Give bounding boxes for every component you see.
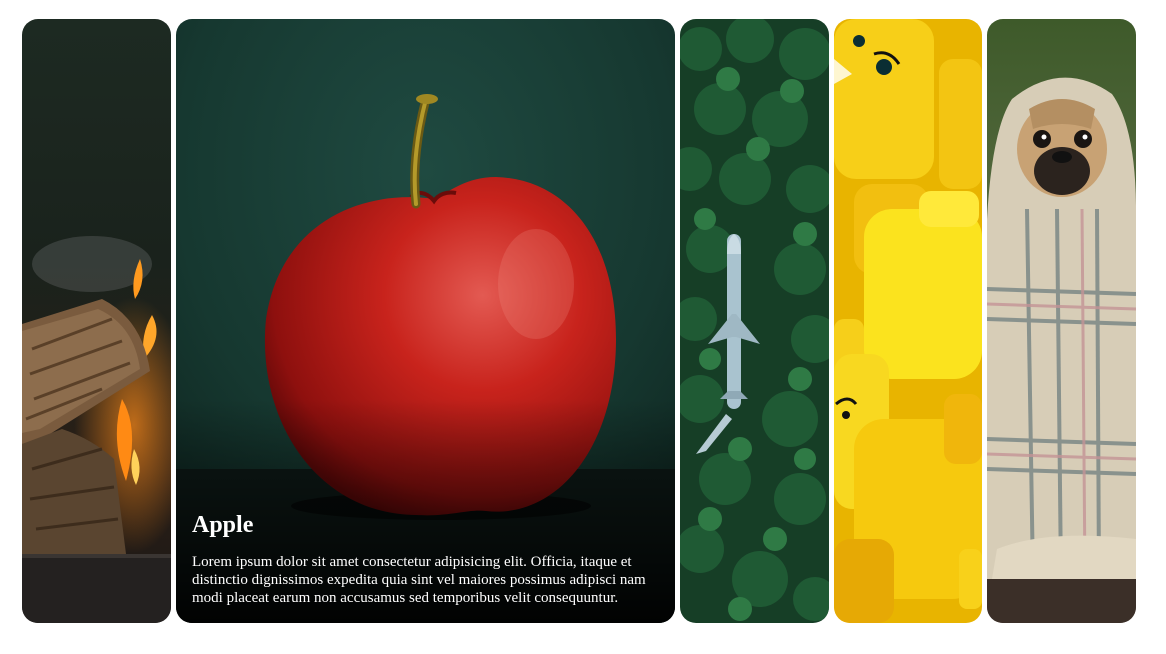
plane-in-forest-image — [680, 19, 829, 623]
toy-figures-image — [834, 19, 982, 623]
gallery-panel-campfire[interactable] — [22, 19, 171, 623]
panel-title: Apple — [192, 512, 254, 538]
gallery-panel-plane-in-forest[interactable] — [680, 19, 829, 623]
campfire-image — [22, 19, 171, 623]
gallery-panel-pug-in-blanket[interactable] — [987, 19, 1136, 623]
gallery-panel-apple[interactable]: Apple Lorem ipsum dolor sit amet consect… — [176, 19, 675, 623]
apple-caption: Apple Lorem ipsum dolor sit amet consect… — [192, 512, 661, 607]
pug-in-blanket-image — [987, 19, 1136, 623]
panel-description: Lorem ipsum dolor sit amet consectetur a… — [192, 554, 646, 606]
gallery-panel-toy-figures[interactable] — [834, 19, 982, 623]
image-gallery: Apple Lorem ipsum dolor sit amet consect… — [22, 19, 1136, 623]
